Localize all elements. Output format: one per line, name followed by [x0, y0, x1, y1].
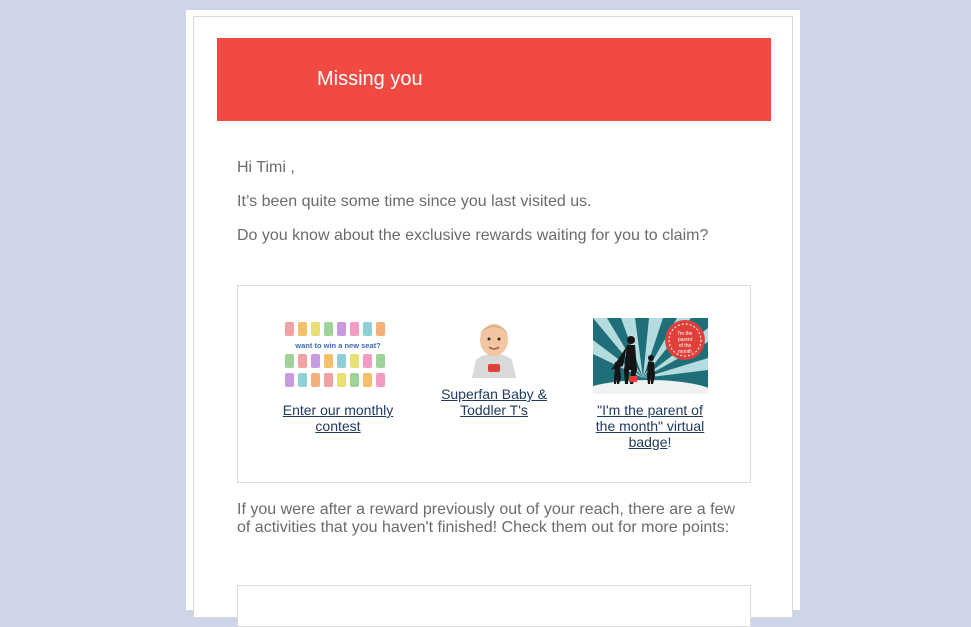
- contest-link-line2[interactable]: contest: [315, 418, 360, 434]
- followup-line2: of activities that you haven't finished!…: [237, 519, 730, 536]
- header-banner: Missing you: [217, 38, 771, 121]
- parent-badge-link-suffix: !: [667, 434, 672, 450]
- contest-link-line1[interactable]: Enter our monthly: [283, 402, 394, 418]
- rewards-panel: want to win a new seat? Enter our monthl…: [237, 285, 751, 483]
- contest-image-text: want to win a new seat?: [294, 341, 381, 350]
- email-card: Missing you Hi Timi , It’s been quite so…: [186, 10, 800, 627]
- parent-badge-link-line3[interactable]: badge: [629, 434, 668, 450]
- seat-contest-image[interactable]: want to win a new seat?: [283, 320, 393, 392]
- parent-badge-link-line2[interactable]: the month" virtual: [596, 418, 704, 434]
- reward-contest: want to win a new seat? Enter our monthl…: [262, 320, 414, 434]
- email-body: Missing you Hi Timi , It’s been quite so…: [193, 16, 793, 627]
- rewards-question-text: Do you know about the exclusive rewards …: [237, 227, 709, 244]
- greeting-text: Hi Timi ,: [237, 159, 295, 176]
- parent-badge-link-line1[interactable]: "I'm the parent of: [597, 402, 703, 418]
- intro-text: It’s been quite some time since you last…: [237, 193, 592, 210]
- superhero-badge-image[interactable]: I'm the parent of the month: [593, 318, 708, 394]
- banner-title: Missing you: [317, 68, 423, 90]
- svg-text:month: month: [678, 349, 692, 355]
- activities-panel: [237, 585, 751, 627]
- followup-line1: If you were after a reward previously ou…: [237, 501, 736, 518]
- reward-parent-badge: I'm the parent of the month "I'm the par…: [574, 318, 726, 450]
- baby-tees-link-line2[interactable]: Toddler T's: [460, 402, 528, 418]
- baby-tees-link-line1[interactable]: Superfan Baby &: [441, 386, 547, 402]
- reward-baby-tees: Superfan Baby & Toddler T's: [418, 318, 570, 418]
- baby-tshirt-image[interactable]: [464, 318, 524, 378]
- baby-tees-link[interactable]: Superfan Baby & Toddler T's: [418, 386, 570, 418]
- parent-badge-link[interactable]: "I'm the parent of the month" virtual ba…: [574, 402, 726, 450]
- contest-link[interactable]: Enter our monthly contest: [262, 402, 414, 434]
- followup-text: If you were after a reward previously ou…: [237, 501, 757, 537]
